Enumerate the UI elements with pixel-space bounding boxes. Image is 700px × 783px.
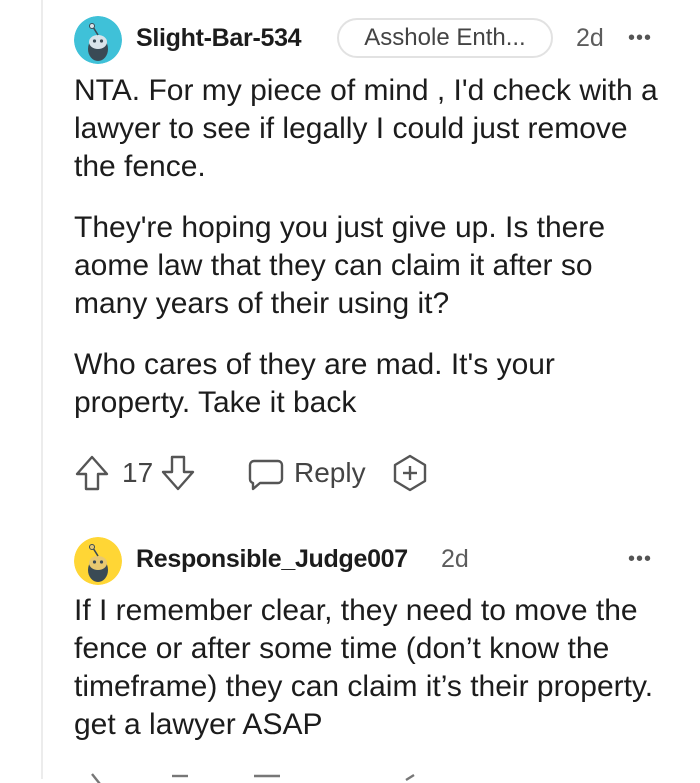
comment-body: NTA. For my piece of mind , I'd check wi… — [74, 72, 674, 445]
comment-paragraph: If I remember clear, they need to move t… — [74, 594, 654, 741]
more-options-button[interactable]: ••• — [628, 28, 652, 48]
comment-actions: 17 Reply — [74, 448, 674, 498]
timestamp: 2d — [441, 545, 469, 573]
award-plus-icon — [393, 454, 427, 492]
avatar[interactable] — [74, 537, 122, 585]
avatar[interactable] — [74, 16, 122, 64]
comment-header: Slight-Bar-534 Asshole Enth... 2d ••• — [74, 16, 674, 64]
more-options-button[interactable]: ••• — [628, 549, 652, 569]
username[interactable]: Responsible_Judge007 — [136, 545, 408, 574]
comment-paragraph: Who cares of they are mad. It's your pro… — [74, 348, 555, 419]
comment-actions — [74, 771, 674, 783]
award-button[interactable] — [390, 448, 430, 498]
timestamp: 2d — [576, 24, 604, 52]
snoo-avatar-icon — [74, 537, 122, 585]
comment-body: If I remember clear, they need to move t… — [74, 592, 674, 767]
downvote-button[interactable] — [160, 448, 196, 498]
comment-paragraph: NTA. For my piece of mind , I'd check wi… — [74, 74, 658, 183]
vote-count: 17 — [122, 457, 154, 488]
thread-line — [41, 0, 43, 779]
action-icons-cropped — [91, 773, 415, 783]
reply-button[interactable] — [246, 448, 286, 498]
downvote-arrow-icon — [161, 455, 195, 491]
snoo-avatar-icon — [74, 16, 122, 64]
user-flair: Asshole Enth... — [337, 18, 553, 58]
username[interactable]: Slight-Bar-534 — [136, 24, 302, 53]
comment-paragraph: They're hoping you just give up. Is ther… — [74, 211, 606, 320]
upvote-button[interactable] — [74, 448, 110, 498]
reply-label[interactable]: Reply — [294, 457, 366, 489]
upvote-arrow-icon — [75, 455, 109, 491]
comment-bubble-icon — [248, 459, 284, 491]
comment-header: Responsible_Judge007 2d ••• — [74, 537, 674, 585]
